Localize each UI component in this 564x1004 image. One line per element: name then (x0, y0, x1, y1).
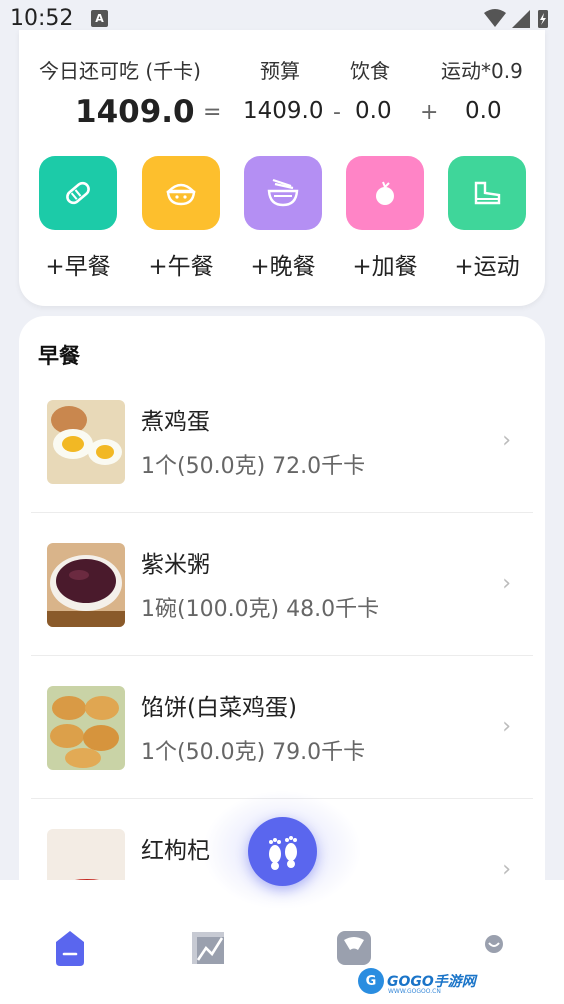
add-breakfast-button[interactable] (39, 156, 117, 230)
add-dinner-label[interactable]: +晚餐 (233, 247, 333, 281)
food-name: 煮鸡蛋 (141, 409, 210, 435)
equals-sign: = (203, 100, 222, 125)
plus-sign: + (420, 100, 439, 125)
rice-bowl-icon (166, 183, 196, 206)
fruit-icon (376, 181, 394, 205)
chevron-right-icon: › (502, 428, 511, 453)
wifi-icon (484, 9, 506, 27)
app-screen: 10:52 A 今日还可吃 (千卡) 预算 饮食 运动*0.9 1409.0 =… (0, 0, 564, 1004)
food-name: 馅饼(白菜鸡蛋) (141, 695, 297, 721)
add-exercise-button[interactable] (448, 156, 526, 230)
food-item-stuffed-pancake[interactable]: 馅饼(白菜鸡蛋) 1个(50.0克) 79.0千卡 › (19, 656, 545, 799)
stuffed-pancake-image (47, 686, 125, 770)
boiled-egg-image (47, 400, 125, 484)
sneaker-icon (474, 181, 501, 205)
exercise-header: 运动*0.9 (441, 59, 523, 83)
purple-rice-porridge-image (47, 543, 125, 627)
chart-icon (192, 932, 224, 964)
calorie-summary-card: 今日还可吃 (千卡) 预算 饮食 运动*0.9 1409.0 = 1409.0 … (19, 30, 545, 306)
food-value: 0.0 (355, 98, 392, 124)
noodle-bowl-icon (267, 178, 299, 207)
food-detail: 1碗(100.0克) 48.0千卡 (141, 597, 380, 622)
footprint-icon (268, 835, 297, 870)
add-lunch-button[interactable] (142, 156, 220, 230)
food-item-purple-rice-porridge[interactable]: 紫米粥 1碗(100.0克) 48.0千卡 › (19, 513, 545, 656)
food-name: 红枸杞 (141, 838, 210, 864)
home-icon (56, 931, 84, 966)
add-dinner-button[interactable] (244, 156, 322, 230)
chevron-right-icon: › (502, 857, 511, 882)
nav-home[interactable] (48, 928, 92, 968)
nav-weight[interactable] (332, 928, 376, 968)
add-lunch-label[interactable]: +午餐 (131, 247, 231, 281)
add-exercise-label[interactable]: +运动 (437, 247, 537, 281)
food-detail: 1个(50.0克) 79.0千卡 (141, 740, 366, 765)
scale-icon (337, 931, 371, 965)
remaining-value: 1409.0 (75, 94, 195, 130)
status-time: 10:52 (10, 6, 74, 31)
footprint-button[interactable] (248, 817, 317, 886)
signal-icon (512, 10, 530, 28)
add-snack-button[interactable] (346, 156, 424, 230)
add-snack-label[interactable]: +加餐 (335, 247, 435, 281)
food-name: 紫米粥 (141, 552, 210, 578)
bread-icon (66, 181, 90, 205)
food-detail: 1个(50.0克) 72.0千卡 (141, 454, 366, 479)
budget-value: 1409.0 (243, 98, 324, 124)
notification-icon: A (91, 10, 108, 27)
budget-header: 预算 (260, 59, 300, 83)
watermark-logo-icon: G (358, 968, 384, 994)
chevron-right-icon: › (502, 571, 511, 596)
food-header: 饮食 (350, 59, 390, 83)
profile-icon (485, 935, 503, 953)
status-icons (484, 9, 548, 28)
add-breakfast-label[interactable]: +早餐 (28, 247, 128, 281)
watermark: G GOGO手游网 WWW.GOGOO.CN (358, 966, 476, 996)
minus-sign: - (333, 100, 341, 125)
section-title: 早餐 (38, 344, 80, 368)
remaining-header: 今日还可吃 (千卡) (39, 59, 201, 83)
food-item-boiled-egg[interactable]: 煮鸡蛋 1个(50.0克) 72.0千卡 › (19, 370, 545, 513)
nav-trend[interactable] (186, 928, 230, 968)
exercise-value: 0.0 (465, 98, 502, 124)
nav-profile[interactable] (472, 928, 516, 968)
chevron-right-icon: › (502, 714, 511, 739)
watermark-subtext: WWW.GOGOO.CN (388, 988, 441, 995)
